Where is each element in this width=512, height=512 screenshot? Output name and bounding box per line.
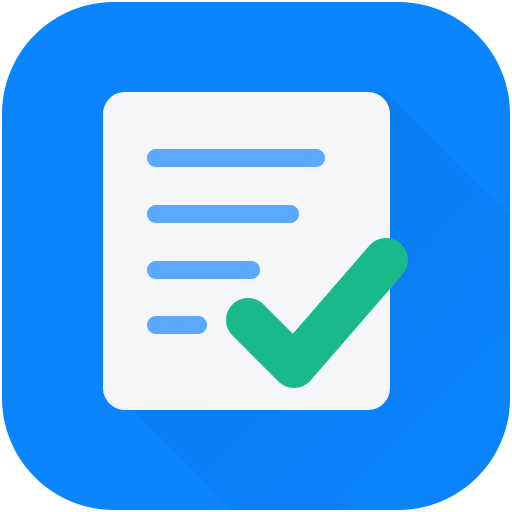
- app-icon: [0, 0, 512, 512]
- task-list-check-icon: [2, 2, 510, 510]
- document-card: [103, 92, 390, 410]
